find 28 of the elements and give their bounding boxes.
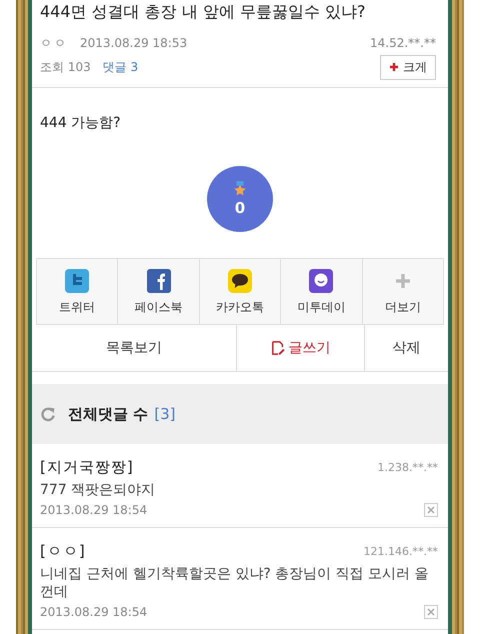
post-title: 444면 성결대 총장 내 앞에 무릎꿇일수 있냐? [40,2,367,23]
refresh-icon[interactable] [40,406,56,422]
enlarge-button[interactable]: 크게 [380,54,436,80]
comment-text: 777 잭팟은되야지 [40,481,156,499]
chat-face-icon [309,269,334,293]
ip-address: 14.52.**.** [370,36,436,50]
comment-date: 2013.08.29 18:54 [40,503,148,517]
comment-author: [ㅇㅇ] [40,542,86,561]
speech-bubble-icon [228,269,252,293]
close-icon[interactable] [424,605,438,619]
comments-total-label: 전체댓글 수 [68,404,148,424]
plus-icon [389,62,399,72]
post-body: 444 가능함? [39,114,122,132]
recommend-button[interactable]: 0 [207,166,273,232]
comment-ip: 121.146.**.** [364,545,438,558]
comment-date: 2013.08.29 18:54 [40,605,148,619]
comment-author: [지거국짱짱] [40,458,134,477]
post-date: 2013.08.29 18:53 [80,36,188,50]
comment-text: 니네집 근처에 헬기착륙할곳은 있냐? 총장님이 직접 모시러 올껀데 [40,565,430,601]
letter-f-icon [146,269,171,293]
close-icon[interactable] [424,503,438,517]
pencil-note-icon [270,341,284,355]
author-name: ㅇㅇ [40,34,68,52]
comments-link[interactable]: 댓글 3 [102,58,138,76]
view-count: 조회 103 [40,58,91,76]
comment-ip: 1.238.**.** [378,461,438,474]
medal-icon [233,181,247,197]
comments-count: [3] [154,405,176,423]
